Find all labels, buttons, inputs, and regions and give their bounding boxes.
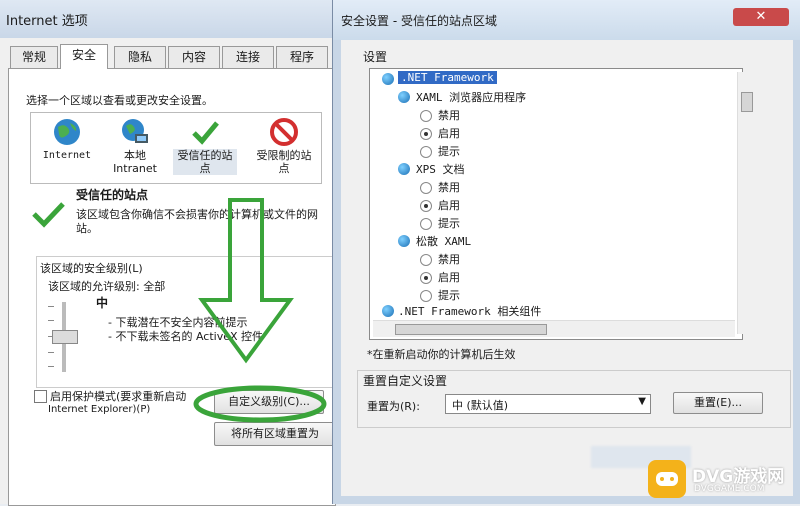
tree-group: XAML 浏览器应用程序 (416, 91, 527, 104)
reset-to-value: 中 (默认值) (452, 399, 509, 412)
level-bullet: - 不下载未签名的 ActiveX 控件 (108, 330, 264, 343)
tree-header[interactable]: .NET Framework (398, 71, 497, 84)
radio-label: 禁用 (438, 109, 460, 122)
radio-label: 禁用 (438, 181, 460, 194)
radio-label: 启用 (438, 271, 460, 284)
security-slider-thumb[interactable] (52, 330, 78, 344)
title-bar[interactable]: Internet 选项 (0, 0, 340, 38)
protected-mode-label-2: Internet Explorer)(P) (48, 404, 151, 415)
slider-tick (48, 352, 54, 353)
reset-button[interactable]: 重置(E)... (673, 392, 763, 414)
intranet-icon (120, 117, 150, 147)
tree-group: 松散 XAML (416, 235, 472, 248)
settings-label: 设置 (363, 50, 388, 64)
radio-disable[interactable] (420, 182, 432, 194)
radio-disable[interactable] (420, 254, 432, 266)
internet-options-window: Internet 选项 常规 安全 隐私 内容 连接 程序 选择一个区域以查看或… (0, 0, 341, 506)
checkmark-icon (190, 117, 220, 147)
slider-tick (48, 366, 54, 367)
tab-connections[interactable]: 连接 (222, 46, 274, 68)
radio-prompt[interactable] (420, 146, 432, 158)
vertical-scrollbar[interactable] (737, 72, 754, 334)
selected-zone-title: 受信任的站点 (76, 188, 149, 202)
radio-label: 启用 (438, 199, 460, 212)
zone-internet[interactable]: Internet (35, 117, 99, 162)
radio-label: 启用 (438, 127, 460, 140)
protected-mode-label: 启用保护模式(要求重新启动 (50, 390, 187, 403)
checkmark-icon (30, 196, 66, 235)
horizontal-scrollbar[interactable] (373, 320, 735, 337)
window-title: Internet 选项 (6, 14, 88, 29)
tree-group: XPS 文档 (416, 163, 465, 176)
radio-label: 提示 (438, 289, 460, 302)
network-icon (398, 91, 410, 103)
radio-enable[interactable] (420, 272, 432, 284)
custom-level-button[interactable]: 自定义级别(C)... (214, 390, 324, 414)
protected-mode-checkbox[interactable] (34, 390, 47, 403)
zone-label: Internet (42, 150, 92, 161)
allowed-level-text: 该区域的允许级别: 全部 (48, 280, 166, 293)
radio-label: 提示 (438, 145, 460, 158)
reset-all-zones-button[interactable]: 将所有区域重置为 (214, 422, 336, 446)
reset-group-label: 重置自定义设置 (363, 374, 448, 388)
radio-prompt[interactable] (420, 290, 432, 302)
tree-header: .NET Framework 相关组件 (398, 305, 542, 318)
network-icon (398, 235, 410, 247)
zone-label: 本地 Intranet (113, 149, 157, 175)
zone-local-intranet[interactable]: 本地 Intranet (103, 117, 167, 175)
security-level-label: 该区域的安全级别(L) (38, 260, 145, 276)
globe-icon (52, 117, 82, 147)
slider-tick (48, 320, 54, 321)
zone-label: 受限制的站 点 (256, 149, 312, 175)
tab-general[interactable]: 常规 (10, 46, 58, 68)
tab-security[interactable]: 安全 (60, 44, 108, 69)
current-level: 中 (96, 296, 109, 310)
scrollbar-thumb[interactable] (741, 92, 753, 112)
zone-restricted-sites[interactable]: 受限制的站 点 (249, 117, 319, 175)
settings-tree[interactable]: .NET Framework XAML 浏览器应用程序 禁用 启用 提示 XPS… (369, 68, 743, 340)
close-icon[interactable]: ✕ (733, 8, 789, 26)
restricted-icon (269, 117, 299, 147)
window-title: 安全设置 - 受信任的站点区域 (341, 14, 497, 28)
tab-content[interactable]: 内容 (168, 46, 220, 68)
slider-tick (48, 306, 54, 307)
restart-note: *在重新启动你的计算机后生效 (367, 348, 516, 361)
radio-prompt[interactable] (420, 218, 432, 230)
tab-programs[interactable]: 程序 (276, 46, 328, 68)
reset-to-dropdown[interactable]: 中 (默认值) ▼ (445, 394, 651, 414)
radio-label: 提示 (438, 217, 460, 230)
zone-label: 受信任的站 点 (173, 149, 237, 175)
network-icon (382, 305, 394, 317)
zone-instruction: 选择一个区域以查看或更改安全设置。 (26, 94, 213, 107)
radio-label: 禁用 (438, 253, 460, 266)
network-icon (382, 73, 394, 85)
zone-list: Internet 本地 Intranet 受信任的站 点 受限制的站 点 (30, 112, 322, 184)
selected-zone-description: 该区域包含你确信不会损害你的计算机或文件的网站。 (76, 208, 318, 235)
radio-enable[interactable] (420, 200, 432, 212)
scrollbar-thumb[interactable] (395, 324, 547, 335)
radio-disable[interactable] (420, 110, 432, 122)
watermark-logo: DVG游戏网 DVGGAME.COM (648, 458, 798, 500)
network-icon (398, 163, 410, 175)
radio-enable[interactable] (420, 128, 432, 140)
title-bar[interactable]: 安全设置 - 受信任的站点区域 ✕ (333, 0, 800, 40)
watermark-subtext: DVGGAME.COM (694, 484, 765, 494)
reset-to-label: 重置为(R): (367, 400, 420, 413)
zone-trusted-sites[interactable]: 受信任的站 点 (173, 117, 237, 175)
security-settings-window: 安全设置 - 受信任的站点区域 ✕ 设置 .NET Framework XAML… (332, 0, 800, 504)
chevron-down-icon: ▼ (638, 396, 646, 407)
tab-privacy[interactable]: 隐私 (114, 46, 166, 68)
